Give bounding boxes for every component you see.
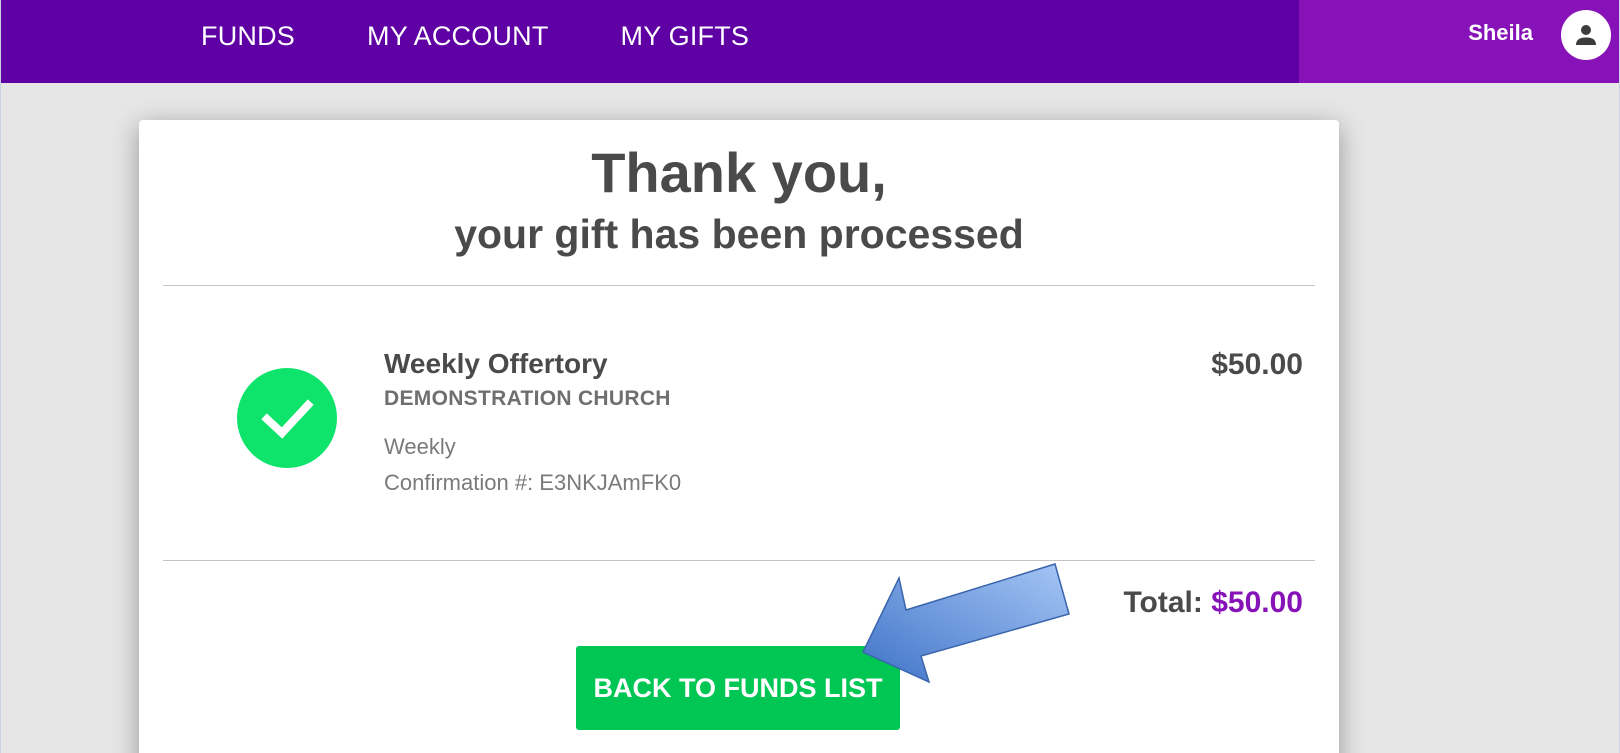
gift-amount: $50.00 <box>1211 348 1303 381</box>
user-name[interactable]: Sheila <box>1468 20 1533 46</box>
total-row: Total: $50.00 <box>1123 586 1303 620</box>
receipt-card: Thank you, your gift has been processed … <box>139 120 1339 753</box>
arrow-pointer-icon <box>861 563 1070 684</box>
thank-you-title: Thank you, <box>591 141 887 204</box>
gift-processed-subtitle: your gift has been processed <box>454 211 1024 257</box>
top-nav-bar: FUNDS MY ACCOUNT MY GIFTS Sheila <box>1 0 1619 83</box>
fund-name: Weekly Offertory <box>384 348 608 379</box>
divider-top <box>163 285 1315 286</box>
nav-funds[interactable]: FUNDS <box>201 21 295 52</box>
nav-my-account[interactable]: MY ACCOUNT <box>367 21 549 52</box>
total-label: Total: <box>1123 586 1203 619</box>
divider-bottom <box>163 560 1315 561</box>
gift-frequency: Weekly <box>384 434 456 459</box>
confirmation-number: Confirmation #: E3NKJAmFK0 <box>384 470 682 495</box>
total-amount: $50.00 <box>1211 586 1303 619</box>
nav-my-gifts[interactable]: MY GIFTS <box>621 21 750 52</box>
person-icon[interactable] <box>1561 10 1611 60</box>
main-nav: FUNDS MY ACCOUNT MY GIFTS <box>201 0 821 72</box>
organization-name: DEMONSTRATION CHURCH <box>384 387 671 410</box>
page: FUNDS MY ACCOUNT MY GIFTS Sheila Thank y… <box>0 0 1620 753</box>
check-circle-icon <box>237 368 337 468</box>
user-menu[interactable]: Sheila <box>1299 0 1619 83</box>
